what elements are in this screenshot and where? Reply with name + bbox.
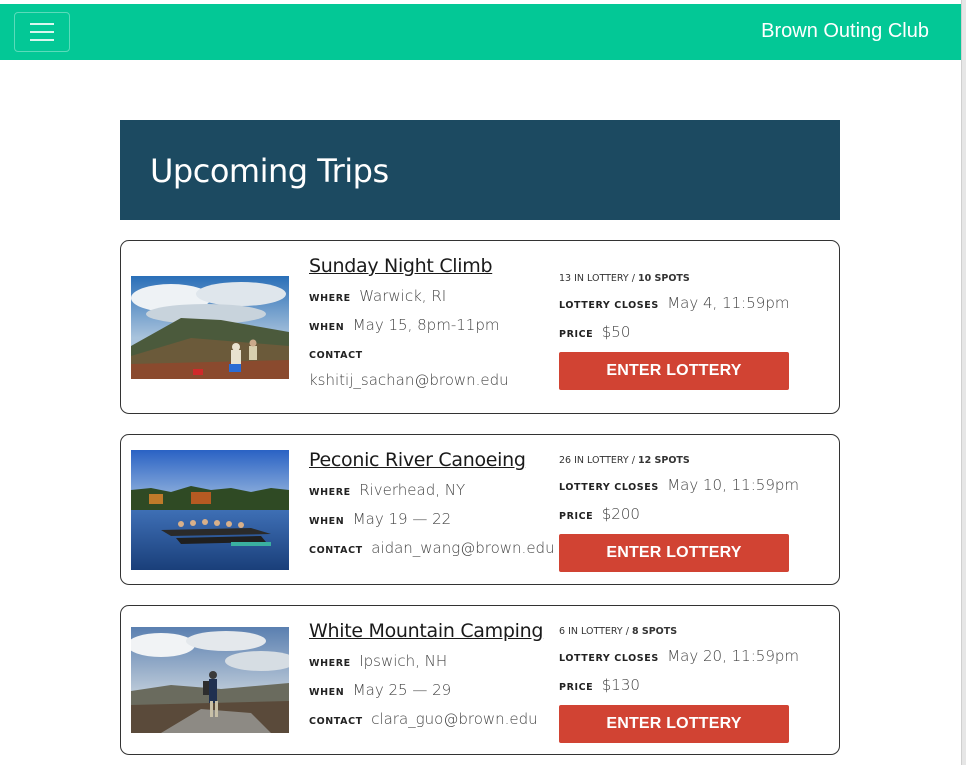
trip-info: White Mountain Camping WHERE Ipswich, NH…	[309, 620, 549, 729]
trip-photo	[131, 450, 289, 570]
hamburger-menu-button[interactable]	[14, 12, 70, 52]
in-lottery-label: IN LOTTERY /	[568, 626, 629, 637]
where-value: Warwick, RI	[359, 287, 447, 305]
hamburger-menu-icon-bar	[30, 31, 54, 33]
where-row: WHERE Ipswich, NH	[309, 652, 549, 671]
when-value: May 15, 8pm-11pm	[352, 316, 500, 334]
in-lottery-count: 26	[559, 455, 572, 466]
where-label: WHERE	[309, 293, 351, 304]
in-lottery-count: 6	[559, 626, 566, 637]
contact-email: aidan_wang@brown.edu	[371, 539, 555, 557]
where-label: WHERE	[309, 487, 351, 498]
lottery-closes-value: May 10, 11:59pm	[667, 476, 799, 494]
hamburger-menu-icon-bar	[30, 39, 54, 41]
where-value: Riverhead, NY	[359, 481, 466, 499]
brand-link[interactable]: Brown Outing Club	[761, 20, 929, 43]
where-value: Ipswich, NH	[359, 652, 448, 670]
lottery-info: 13 IN LOTTERY / 10 SPOTS LOTTERY CLOSES …	[559, 273, 799, 390]
mountain-summit-image	[131, 276, 289, 379]
lottery-closes-row: LOTTERY CLOSES May 10, 11:59pm	[559, 476, 799, 495]
trip-info: Sunday Night Climb WHERE Warwick, RI WHE…	[309, 255, 549, 389]
price-label: PRICE	[559, 329, 594, 340]
lottery-counts: 26 IN LOTTERY / 12 SPOTS	[559, 455, 799, 466]
contact-label: CONTACT	[309, 350, 363, 361]
price-value: $50	[601, 323, 631, 341]
where-row: WHERE Riverhead, NY	[309, 481, 549, 500]
spots-count: 10 SPOTS	[637, 273, 690, 284]
lottery-closes-row: LOTTERY CLOSES May 4, 11:59pm	[559, 294, 799, 313]
lottery-closes-label: LOTTERY CLOSES	[559, 653, 659, 664]
contact-label: CONTACT	[309, 716, 363, 727]
lottery-closes-value: May 20, 11:59pm	[667, 647, 799, 665]
enter-lottery-button[interactable]: ENTER LOTTERY	[559, 352, 789, 390]
navbar: Brown Outing Club	[0, 4, 961, 60]
spots-count: 12 SPOTS	[637, 455, 690, 466]
price-label: PRICE	[559, 682, 594, 693]
when-row: WHEN May 15, 8pm-11pm	[309, 316, 549, 335]
page-title: Upcoming Trips	[150, 152, 389, 190]
canoeing-river-image	[131, 450, 289, 570]
trip-photo	[131, 627, 289, 733]
when-label: WHEN	[309, 687, 345, 698]
when-label: WHEN	[309, 516, 345, 527]
trip-title-link[interactable]: Sunday Night Climb	[309, 255, 549, 277]
when-row: WHEN May 25 — 29	[309, 681, 549, 700]
lottery-info: 6 IN LOTTERY / 8 SPOTS LOTTERY CLOSES Ma…	[559, 626, 799, 743]
where-row: WHERE Warwick, RI	[309, 287, 549, 306]
mountain-hiker-image	[131, 627, 289, 733]
hamburger-menu-icon	[30, 23, 54, 25]
price-row: PRICE $200	[559, 505, 799, 524]
price-value: $130	[601, 676, 640, 694]
when-value: May 19 — 22	[352, 510, 452, 528]
trip-card: Peconic River Canoeing WHERE Riverhead, …	[120, 434, 840, 585]
in-lottery-label: IN LOTTERY /	[574, 273, 635, 284]
contact-row: CONTACT clara_guo@brown.edu	[309, 710, 549, 729]
trip-card: Sunday Night Climb WHERE Warwick, RI WHE…	[120, 240, 840, 414]
trip-title-link[interactable]: White Mountain Camping	[309, 620, 549, 642]
price-value: $200	[601, 505, 640, 523]
when-row: WHEN May 19 — 22	[309, 510, 549, 529]
in-lottery-label: IN LOTTERY /	[574, 455, 635, 466]
spots-count: 8 SPOTS	[631, 626, 678, 637]
price-row: PRICE $130	[559, 676, 799, 695]
price-label: PRICE	[559, 511, 594, 522]
lottery-closes-label: LOTTERY CLOSES	[559, 300, 659, 311]
when-label: WHEN	[309, 322, 345, 333]
trip-photo	[131, 276, 289, 379]
lottery-closes-value: May 4, 11:59pm	[667, 294, 790, 312]
where-label: WHERE	[309, 658, 351, 669]
contact-label: CONTACT	[309, 545, 363, 556]
lottery-info: 26 IN LOTTERY / 12 SPOTS LOTTERY CLOSES …	[559, 455, 799, 572]
contact-row: CONTACT aidan_wang@brown.edu	[309, 539, 555, 558]
contact-email: kshitij_sachan@brown.edu	[309, 371, 509, 389]
scrollbar-edge	[961, 0, 966, 765]
page-header: Upcoming Trips	[120, 120, 840, 220]
lottery-closes-row: LOTTERY CLOSES May 20, 11:59pm	[559, 647, 799, 666]
trip-card: White Mountain Camping WHERE Ipswich, NH…	[120, 605, 840, 755]
price-row: PRICE $50	[559, 323, 799, 342]
in-lottery-count: 13	[559, 273, 572, 284]
lottery-counts: 13 IN LOTTERY / 10 SPOTS	[559, 273, 799, 284]
trip-title-link[interactable]: Peconic River Canoeing	[309, 449, 549, 471]
enter-lottery-button[interactable]: ENTER LOTTERY	[559, 534, 789, 572]
lottery-counts: 6 IN LOTTERY / 8 SPOTS	[559, 626, 799, 637]
trip-info: Peconic River Canoeing WHERE Riverhead, …	[309, 449, 555, 558]
enter-lottery-button[interactable]: ENTER LOTTERY	[559, 705, 789, 743]
lottery-closes-label: LOTTERY CLOSES	[559, 482, 659, 493]
contact-email: clara_guo@brown.edu	[371, 710, 538, 728]
when-value: May 25 — 29	[352, 681, 452, 699]
contact-row: CONTACT kshitij_sachan@brown.edu	[309, 345, 549, 389]
